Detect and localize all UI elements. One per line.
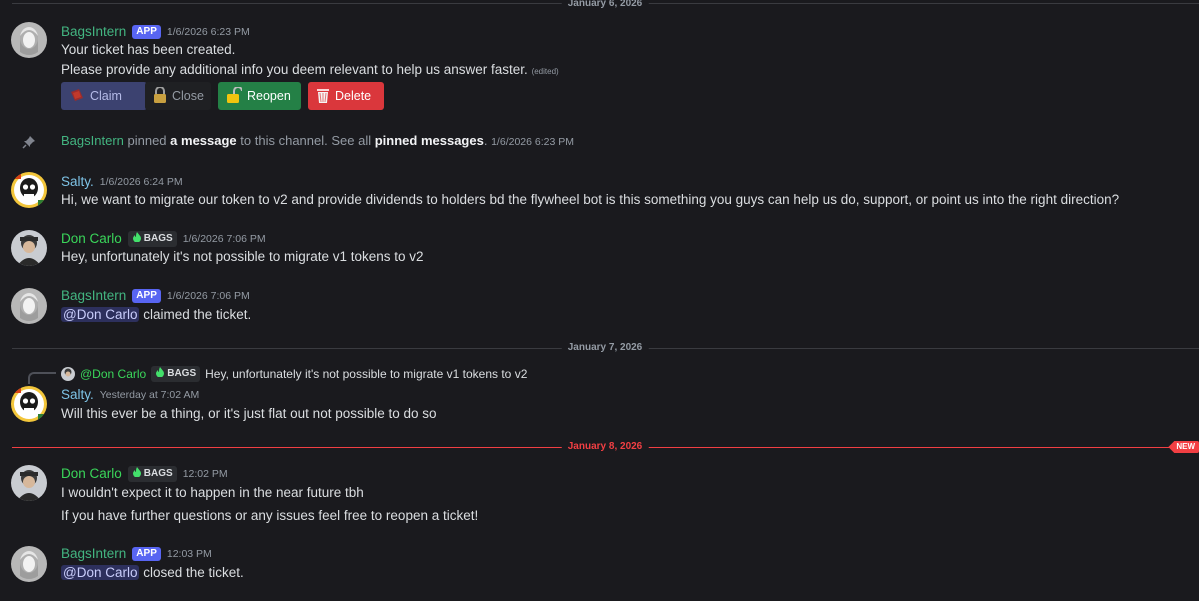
username[interactable]: Don Carlo (61, 465, 122, 483)
system-text: pinned (127, 133, 167, 148)
system-text: . (483, 133, 488, 148)
username[interactable]: Salty. (61, 173, 94, 191)
new-badge: NEW (1168, 441, 1199, 453)
username[interactable]: BagsIntern (61, 545, 126, 563)
message-text: If you have further questions or any iss… (61, 508, 479, 523)
delete-button-label: Delete (335, 89, 372, 103)
system-text: to this channel. See all (240, 133, 372, 148)
message-text-body: claimed the ticket. (143, 307, 252, 322)
timestamp[interactable]: 12:03 PM (167, 548, 212, 560)
avatar[interactable] (11, 465, 47, 501)
message-text: @Don Carlo claimed the ticket. (61, 306, 251, 324)
username[interactable]: BagsIntern (61, 287, 126, 305)
ticket-icon (69, 88, 85, 104)
username[interactable]: BagsIntern (61, 133, 124, 148)
message-header: Don Carlo BAGS 1/6/2026 7:06 PM (61, 230, 266, 248)
timestamp[interactable]: Yesterday at 7:02 AM (100, 389, 199, 401)
reopen-button-label: Reopen (247, 89, 291, 103)
message-link[interactable]: a message (170, 133, 237, 148)
username[interactable]: Don Carlo (61, 230, 122, 248)
reply-avatar (61, 367, 75, 381)
claim-button[interactable]: Claim (61, 82, 147, 110)
message-text: I wouldn't expect it to happen in the ne… (61, 485, 364, 500)
bags-tag[interactable]: BAGS (151, 366, 201, 382)
bags-tag-label: BAGS (143, 468, 173, 479)
avatar[interactable] (11, 288, 47, 324)
date-divider-label: January 8, 2026 (561, 441, 649, 453)
timestamp[interactable]: 1/6/2026 6:24 PM (100, 176, 183, 188)
flame-icon (132, 232, 142, 246)
reply-connector (28, 372, 56, 384)
lock-open-icon (226, 85, 243, 106)
close-button[interactable]: Close (145, 82, 211, 110)
app-tag: APP (132, 25, 161, 39)
pin-icon (22, 135, 36, 152)
message-text-body: Please provide any additional info you d… (61, 62, 528, 77)
timestamp[interactable]: 1/6/2026 6:23 PM (167, 26, 250, 38)
bags-tag-label: BAGS (167, 368, 197, 379)
pinned-messages-link[interactable]: pinned messages (375, 133, 484, 148)
avatar[interactable] (11, 172, 47, 208)
timestamp[interactable]: 1/6/2026 7:06 PM (167, 290, 250, 302)
message-header: BagsIntern APP 12:03 PM (61, 545, 212, 563)
reopen-button[interactable]: Reopen (218, 82, 301, 110)
avatar[interactable] (11, 546, 47, 582)
reply-preview[interactable]: @Don Carlo BAGS Hey, unfortunately it's … (61, 366, 527, 382)
message-text: @Don Carlo closed the ticket. (61, 564, 244, 582)
flame-icon (155, 367, 165, 381)
user-mention[interactable]: @Don Carlo (61, 307, 140, 322)
username[interactable]: BagsIntern (61, 23, 126, 41)
app-tag: APP (132, 289, 161, 303)
message-header: Salty. 1/6/2026 6:24 PM (61, 173, 183, 191)
message-header: Don Carlo BAGS 12:02 PM (61, 465, 228, 483)
close-button-label: Close (172, 89, 204, 103)
lock-icon (153, 85, 167, 106)
date-divider-label: January 7, 2026 (561, 342, 649, 354)
edited-label: (edited) (531, 67, 559, 76)
avatar[interactable] (11, 230, 47, 266)
timestamp[interactable]: 12:02 PM (183, 468, 228, 480)
bags-tag[interactable]: BAGS (127, 466, 177, 482)
message-text: Hi, we want to migrate our token to v2 a… (61, 192, 1120, 207)
avatar[interactable] (11, 22, 47, 58)
reply-author[interactable]: @Don Carlo (80, 367, 146, 381)
message-text: Hey, unfortunately it's not possible to … (61, 249, 424, 264)
reply-text: Hey, unfortunately it's not possible to … (205, 367, 528, 381)
flame-icon (132, 467, 142, 481)
message-header: BagsIntern APP 1/6/2026 6:23 PM (61, 23, 250, 41)
message-header: BagsIntern APP 1/6/2026 7:06 PM (61, 287, 250, 305)
message-text: Your ticket has been created. (61, 42, 236, 57)
user-mention[interactable]: @Don Carlo (61, 565, 140, 580)
claim-button-label: Claim (90, 89, 122, 103)
message-header: Salty. Yesterday at 7:02 AM (61, 386, 199, 404)
app-tag: APP (132, 547, 161, 561)
bags-tag[interactable]: BAGS (127, 231, 177, 247)
date-divider-label: January 6, 2026 (561, 0, 649, 10)
trash-icon (316, 87, 330, 106)
username[interactable]: Salty. (61, 386, 94, 404)
pinned-system-message: BagsIntern pinned a message to this chan… (61, 133, 574, 148)
message-text: Please provide any additional info you d… (61, 61, 559, 81)
bags-tag-label: BAGS (143, 233, 173, 244)
timestamp[interactable]: 1/6/2026 7:06 PM (183, 233, 266, 245)
message-text: Will this ever be a thing, or it's just … (61, 406, 437, 421)
message-text-body: closed the ticket. (143, 565, 244, 580)
avatar[interactable] (11, 386, 47, 422)
delete-button[interactable]: Delete (308, 82, 384, 110)
timestamp[interactable]: 1/6/2026 6:23 PM (491, 136, 574, 148)
